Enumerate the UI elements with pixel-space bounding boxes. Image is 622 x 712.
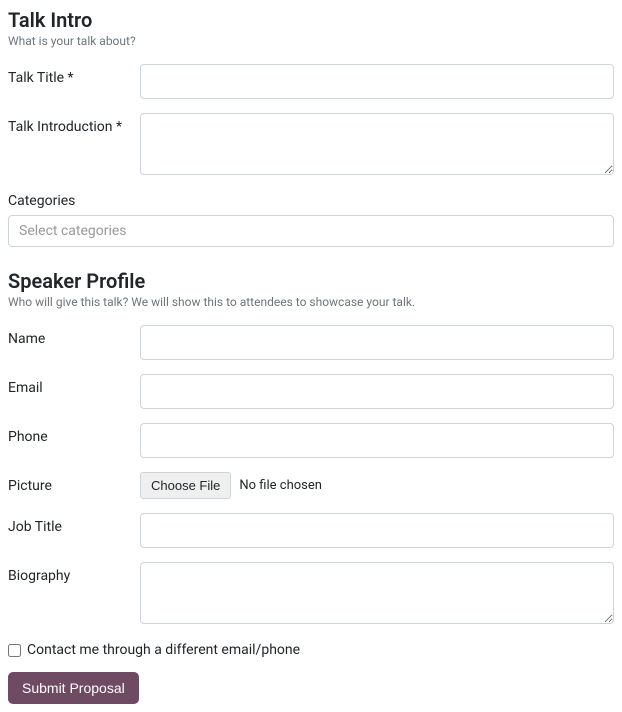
categories-label: Categories [8,193,614,209]
talk-introduction-label: Talk Introduction * [8,113,140,135]
submit-proposal-button[interactable]: Submit Proposal [8,672,139,704]
email-input[interactable] [140,374,614,409]
email-label: Email [8,374,140,396]
job-title-label: Job Title [8,513,140,535]
categories-group: Categories Select categories [8,193,614,247]
talk-title-label: Talk Title * [8,64,140,86]
name-label: Name [8,325,140,347]
biography-label: Biography [8,562,140,584]
talk-intro-subtitle: What is your talk about? [8,34,614,48]
talk-title-input[interactable] [140,64,614,99]
categories-select[interactable]: Select categories [8,215,614,247]
job-title-input[interactable] [140,513,614,548]
talk-intro-title: Talk Intro [8,8,614,32]
file-status-text: No file chosen [239,478,322,493]
name-row: Name [8,325,614,360]
email-row: Email [8,374,614,409]
phone-row: Phone [8,423,614,458]
talk-introduction-row: Talk Introduction * [8,113,614,179]
contact-alt-checkbox[interactable] [8,644,21,657]
choose-file-button[interactable]: Choose File [140,472,231,499]
phone-input[interactable] [140,423,614,458]
talk-title-row: Talk Title * [8,64,614,99]
talk-introduction-input[interactable] [140,113,614,175]
job-title-row: Job Title [8,513,614,548]
speaker-profile-title: Speaker Profile [8,269,614,293]
biography-input[interactable] [140,562,614,624]
contact-alt-label: Contact me through a different email/pho… [27,642,300,658]
speaker-profile-subtitle: Who will give this talk? We will show th… [8,295,614,309]
picture-row: Picture Choose File No file chosen [8,472,614,499]
phone-label: Phone [8,423,140,445]
contact-alt-row: Contact me through a different email/pho… [8,642,614,658]
picture-label: Picture [8,472,140,494]
biography-row: Biography [8,562,614,628]
name-input[interactable] [140,325,614,360]
